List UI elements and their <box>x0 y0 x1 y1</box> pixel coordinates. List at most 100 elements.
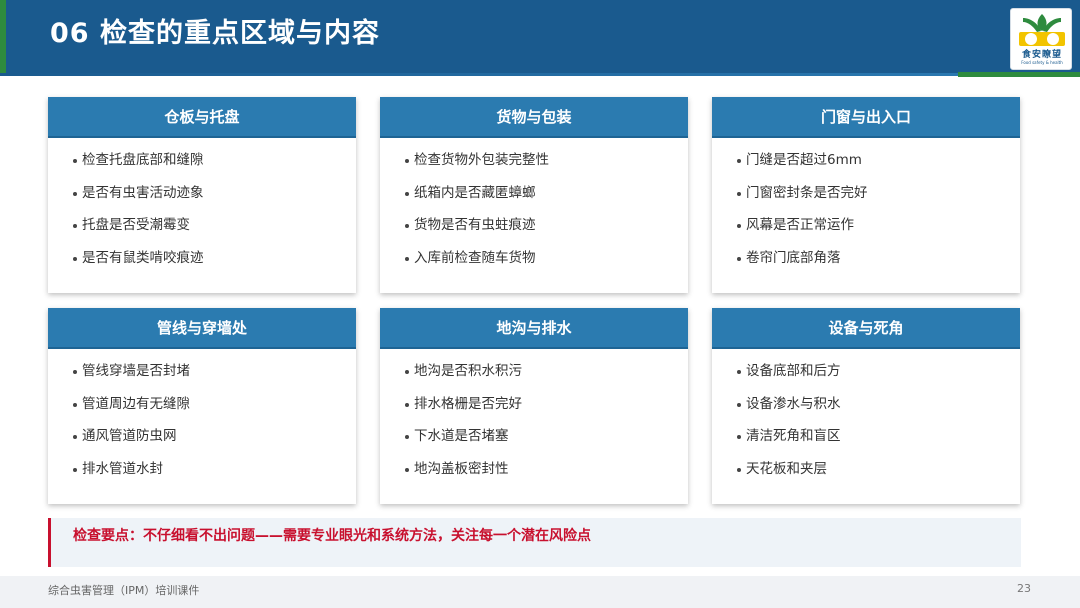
card-list: 地沟是否积水积污 排水格栅是否完好 下水道是否堵塞 地沟盖板密封性 <box>380 349 688 491</box>
list-item-text: 地沟是否积水积污 <box>414 363 522 379</box>
list-item-text: 设备底部和后方 <box>746 363 841 379</box>
bullet-icon <box>405 435 409 439</box>
bullet-icon <box>737 159 741 163</box>
list-item-text: 地沟盖板密封性 <box>414 460 509 477</box>
card-title: 门窗与出入口 <box>712 97 1020 138</box>
list-item-text: 排水格栅是否完好 <box>414 395 522 412</box>
card-list: 门缝是否超过6mm 门窗密封条是否完好 风幕是否正常运作 卷帘门底部角落 <box>712 138 1020 280</box>
list-item-text: 检查托盘底部和缝隙 <box>82 152 204 168</box>
list-item: 检查货物外包装完整性 <box>405 150 688 183</box>
list-item-text: 天花板和夹层 <box>746 460 827 477</box>
list-item: 地沟是否积水积污 <box>405 361 688 394</box>
list-item: 通风管道防虫网 <box>73 426 356 459</box>
list-item: 是否有虫害活动迹象 <box>73 183 356 216</box>
card-pipes: 管线与穿墙处 管线穿墙是否封堵 管道周边有无缝隙 通风管道防虫网 排水管道水封 <box>48 308 356 504</box>
card-equipment: 设备与死角 设备底部和后方 设备渗水与积水 清洁死角和盲区 天花板和夹层 <box>712 308 1020 504</box>
card-doors: 门窗与出入口 门缝是否超过6mm 门窗密封条是否完好 风幕是否正常运作 卷帘门底… <box>712 97 1020 293</box>
list-item-text: 通风管道防虫网 <box>82 428 177 444</box>
bullet-icon <box>73 159 77 163</box>
bullet-icon <box>73 467 77 472</box>
list-item: 下水道是否堵塞 <box>405 426 688 459</box>
footer-course-title: 综合虫害管理（IPM）培训课件 <box>48 584 200 597</box>
logo-subtext: Food safety & health <box>1021 60 1063 65</box>
list-item-text: 托盘是否受潮霉变 <box>82 217 190 233</box>
bullet-icon <box>737 191 741 196</box>
bullet-icon <box>737 467 741 472</box>
bullet-icon <box>405 402 409 407</box>
card-title: 仓板与托盘 <box>48 97 356 138</box>
card-title: 地沟与排水 <box>380 308 688 349</box>
bullet-icon <box>405 370 409 374</box>
list-item-text: 下水道是否堵塞 <box>414 428 509 444</box>
list-item-text: 入库前检查随车货物 <box>414 249 536 266</box>
list-item: 门窗密封条是否完好 <box>737 183 1020 216</box>
logo-icon <box>1019 14 1065 46</box>
list-item-text: 是否有虫害活动迹象 <box>82 184 204 201</box>
list-item: 托盘是否受潮霉变 <box>73 215 356 248</box>
list-item: 地沟盖板密封性 <box>405 459 688 492</box>
list-item: 货物是否有虫蛀痕迹 <box>405 215 688 248</box>
bullet-icon <box>405 467 409 472</box>
bullet-icon <box>73 256 77 261</box>
logo: 食安瞭望 Food safety & health <box>1010 8 1072 70</box>
list-item: 管线穿墙是否封堵 <box>73 361 356 394</box>
card-title: 设备与死角 <box>712 308 1020 349</box>
card-pallets: 仓板与托盘 检查托盘底部和缝隙 是否有虫害活动迹象 托盘是否受潮霉变 是否有鼠类… <box>48 97 356 293</box>
bullet-icon <box>73 191 77 196</box>
card-list: 检查货物外包装完整性 纸箱内是否藏匿蟑螂 货物是否有虫蛀痕迹 入库前检查随车货物 <box>380 138 688 280</box>
bullet-icon <box>73 402 77 407</box>
list-item: 是否有鼠类啃咬痕迹 <box>73 248 356 281</box>
list-item: 排水格栅是否完好 <box>405 394 688 427</box>
list-item-text: 卷帘门底部角落 <box>746 249 841 266</box>
keypoint-banner: 检查要点：不仔细看不出问题——需要专业眼光和系统方法，关注每一个潜在风险点 <box>48 518 1021 567</box>
card-list: 检查托盘底部和缝隙 是否有虫害活动迹象 托盘是否受潮霉变 是否有鼠类啃咬痕迹 <box>48 138 356 280</box>
footer: 综合虫害管理（IPM）培训课件 23 <box>0 576 1080 608</box>
bullet-icon <box>737 370 741 374</box>
bullet-icon <box>73 224 77 228</box>
list-item: 纸箱内是否藏匿蟑螂 <box>405 183 688 216</box>
page-title: 06 检查的重点区域与内容 <box>50 18 380 49</box>
card-list: 设备底部和后方 设备渗水与积水 清洁死角和盲区 天花板和夹层 <box>712 349 1020 491</box>
bullet-icon <box>405 159 409 163</box>
list-item-text: 门缝是否超过6mm <box>746 152 862 168</box>
page-number: 23 <box>1017 582 1031 595</box>
list-item: 排水管道水封 <box>73 459 356 492</box>
bullet-icon <box>737 224 741 228</box>
card-drains: 地沟与排水 地沟是否积水积污 排水格栅是否完好 下水道是否堵塞 地沟盖板密封性 <box>380 308 688 504</box>
bullet-icon <box>405 256 409 261</box>
card-list: 管线穿墙是否封堵 管道周边有无缝隙 通风管道防虫网 排水管道水封 <box>48 349 356 491</box>
list-item-text: 排水管道水封 <box>82 460 163 477</box>
slide: 06 检查的重点区域与内容 食安瞭望 Food safety & health … <box>0 0 1080 608</box>
header-green-accent <box>958 72 1080 77</box>
bullet-icon <box>737 402 741 407</box>
card-title: 管线与穿墙处 <box>48 308 356 349</box>
list-item: 入库前检查随车货物 <box>405 248 688 281</box>
list-item: 天花板和夹层 <box>737 459 1020 492</box>
list-item: 设备渗水与积水 <box>737 394 1020 427</box>
list-item-text: 设备渗水与积水 <box>746 395 841 412</box>
header-divider <box>0 73 960 76</box>
list-item-text: 纸箱内是否藏匿蟑螂 <box>414 184 536 201</box>
list-item: 门缝是否超过6mm <box>737 150 1020 183</box>
list-item-text: 检查货物外包装完整性 <box>414 152 549 168</box>
list-item: 设备底部和后方 <box>737 361 1020 394</box>
list-item-text: 门窗密封条是否完好 <box>746 184 868 201</box>
bullet-icon <box>73 370 77 374</box>
card-title: 货物与包装 <box>380 97 688 138</box>
header-accent <box>0 0 6 75</box>
list-item-text: 风幕是否正常运作 <box>746 217 854 233</box>
list-item-text: 是否有鼠类啃咬痕迹 <box>82 249 204 266</box>
card-goods: 货物与包装 检查货物外包装完整性 纸箱内是否藏匿蟑螂 货物是否有虫蛀痕迹 入库前… <box>380 97 688 293</box>
list-item-text: 管道周边有无缝隙 <box>82 395 190 412</box>
keypoint-text: 检查要点：不仔细看不出问题——需要专业眼光和系统方法，关注每一个潜在风险点 <box>73 528 591 544</box>
bullet-icon <box>73 435 77 439</box>
logo-text: 食安瞭望 <box>1021 50 1062 60</box>
list-item: 卷帘门底部角落 <box>737 248 1020 281</box>
list-item-text: 清洁死角和盲区 <box>746 428 841 444</box>
header-bar: 06 检查的重点区域与内容 食安瞭望 Food safety & health <box>0 0 1080 75</box>
list-item-text: 货物是否有虫蛀痕迹 <box>414 217 536 233</box>
list-item: 清洁死角和盲区 <box>737 426 1020 459</box>
bullet-icon <box>405 224 409 228</box>
list-item: 风幕是否正常运作 <box>737 215 1020 248</box>
list-item: 检查托盘底部和缝隙 <box>73 150 356 183</box>
